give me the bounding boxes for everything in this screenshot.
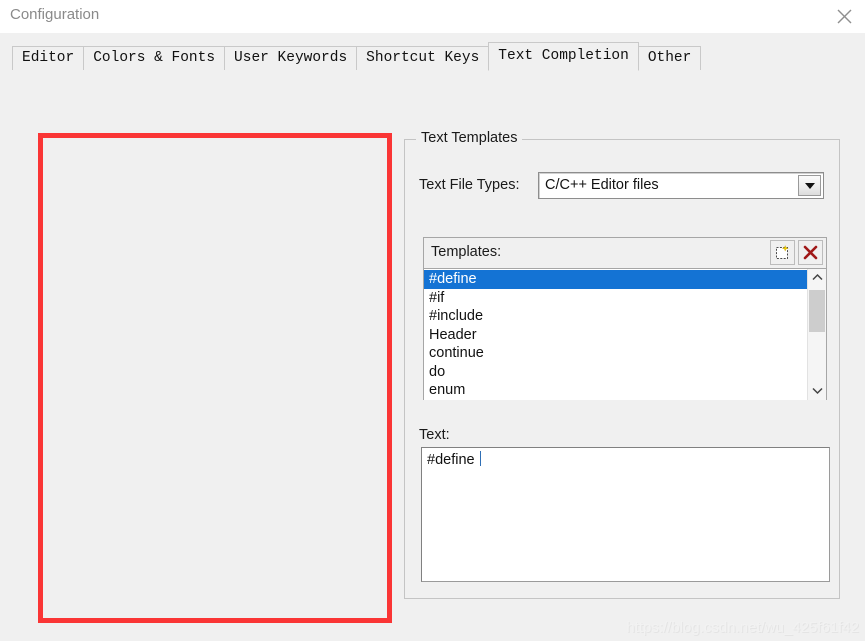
templates-title: Templates: <box>431 244 502 260</box>
tab-text-completion-label: Text Completion <box>498 48 629 64</box>
templates-toolbar <box>770 240 823 265</box>
tab-colors-and-fonts-label: Colors & Fonts <box>93 50 216 66</box>
list-item-label: do <box>429 363 446 380</box>
chevron-up-icon <box>811 269 824 287</box>
tab-colors-and-fonts[interactable]: Colors & Fonts <box>83 46 226 71</box>
delete-template-button[interactable] <box>798 240 823 265</box>
scrollbar-down-button[interactable] <box>808 382 826 400</box>
templates-panel: Templates: #define #if #include Header c… <box>423 237 827 400</box>
scrollbar-up-button[interactable] <box>808 269 826 287</box>
templates-list-items: #define #if #include Header continue do … <box>424 269 807 400</box>
tab-user-keywords[interactable]: User Keywords <box>224 46 358 71</box>
list-item[interactable]: enum <box>424 381 807 400</box>
chevron-down-icon <box>811 382 824 400</box>
text-file-types-combobox[interactable]: C/C++ Editor files <box>538 172 824 199</box>
template-text-label: Text: <box>419 427 450 443</box>
list-item-label: #include <box>429 308 484 324</box>
list-item-label: Header <box>429 326 477 343</box>
template-text-editor[interactable]: #define <box>421 447 830 582</box>
templates-header: Templates: <box>424 238 826 269</box>
tab-other-label: Other <box>647 50 692 66</box>
text-file-types-label: Text File Types: <box>419 177 520 193</box>
tab-shortcut-keys[interactable]: Shortcut Keys <box>356 46 490 71</box>
list-item-label: enum <box>429 382 466 398</box>
list-item[interactable]: #include <box>424 307 807 326</box>
text-caret <box>479 451 481 466</box>
text-file-types-dropdown-button[interactable] <box>798 175 821 196</box>
chevron-down-icon <box>804 182 815 189</box>
window-title: Configuration <box>10 6 100 23</box>
templates-listbox[interactable]: #define #if #include Header continue do … <box>424 269 826 400</box>
close-button[interactable] <box>827 2 861 30</box>
tab-editor-label: Editor <box>22 50 75 66</box>
list-item-label: continue <box>429 345 484 361</box>
delete-red-x-icon <box>802 244 819 261</box>
tab-user-keywords-label: User Keywords <box>234 50 348 66</box>
list-item[interactable]: #if <box>424 289 807 308</box>
tab-editor[interactable]: Editor <box>12 46 85 71</box>
list-item[interactable]: #define <box>424 270 807 289</box>
list-item[interactable]: do <box>424 363 807 382</box>
templates-scrollbar[interactable] <box>807 269 826 400</box>
dialog-client-area: Editor Colors & Fonts User Keywords Shor… <box>0 33 865 641</box>
list-item[interactable]: continue <box>424 344 807 363</box>
list-item-label: #if <box>429 289 445 306</box>
tab-text-completion[interactable]: Text Completion <box>488 42 639 71</box>
list-item[interactable]: Header <box>424 326 807 345</box>
configuration-dialog: Configuration Editor Colors & Fonts User… <box>0 0 865 641</box>
new-template-icon <box>774 244 791 261</box>
template-text-value-wrapper: #define <box>427 451 481 468</box>
tab-strip: Editor Colors & Fonts User Keywords Shor… <box>12 42 702 71</box>
scrollbar-thumb[interactable] <box>809 290 825 332</box>
watermark: https://blog.csdn.net/wu_425f61f42 <box>626 619 859 636</box>
title-bar: Configuration <box>0 0 865 34</box>
tab-other[interactable]: Other <box>637 46 702 71</box>
text-file-types-value: C/C++ Editor files <box>545 177 659 193</box>
text-templates-groupbox-label: Text Templates <box>416 130 523 146</box>
list-item-label: #define <box>429 271 477 287</box>
template-text-value: #define <box>427 452 479 468</box>
tab-shortcut-keys-label: Shortcut Keys <box>366 50 480 66</box>
new-template-button[interactable] <box>770 240 795 265</box>
close-icon <box>836 8 853 25</box>
